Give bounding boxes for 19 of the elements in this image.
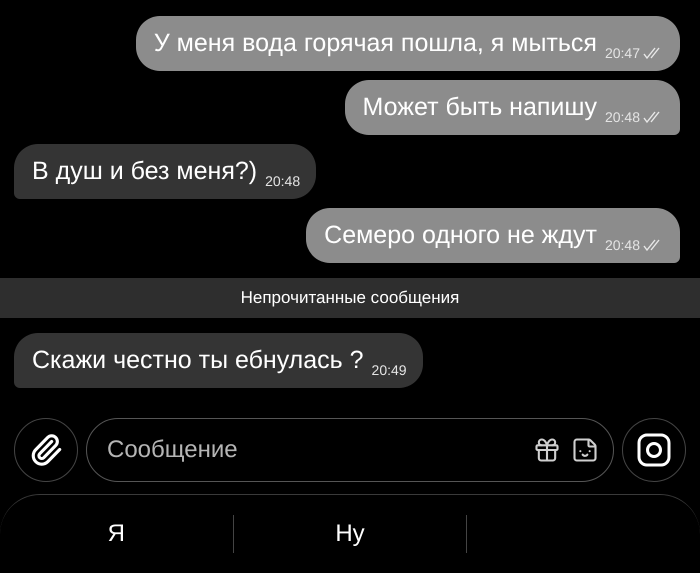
message-time: 20:49 bbox=[372, 362, 407, 378]
message-input[interactable]: Сообщение bbox=[105, 435, 523, 465]
message-field[interactable]: Сообщение bbox=[86, 418, 614, 482]
unread-label: Непрочитанные сообщения bbox=[240, 288, 460, 308]
paperclip-icon bbox=[29, 433, 63, 467]
message-text: Скажи честно ты ебнулась ? bbox=[32, 346, 364, 374]
message-text: Семеро одного не ждут bbox=[324, 221, 597, 249]
message-time: 20:47 bbox=[604, 45, 640, 61]
gift-icon[interactable] bbox=[533, 436, 561, 464]
sticker-icon[interactable] bbox=[571, 436, 599, 464]
message-text: Может быть напишу bbox=[362, 93, 597, 121]
message-time: 20:48 bbox=[604, 237, 640, 253]
word-suggestion[interactable]: Я bbox=[100, 520, 133, 548]
message-text: У меня вода горячая пошла, я мыться bbox=[154, 29, 597, 57]
message-time: 20:48 bbox=[265, 173, 300, 189]
camera-icon bbox=[636, 432, 672, 468]
message-text: В душ и без меня?) bbox=[32, 157, 258, 185]
word-suggestion[interactable]: Ну bbox=[327, 520, 373, 548]
message-time: 20:48 bbox=[604, 109, 640, 125]
